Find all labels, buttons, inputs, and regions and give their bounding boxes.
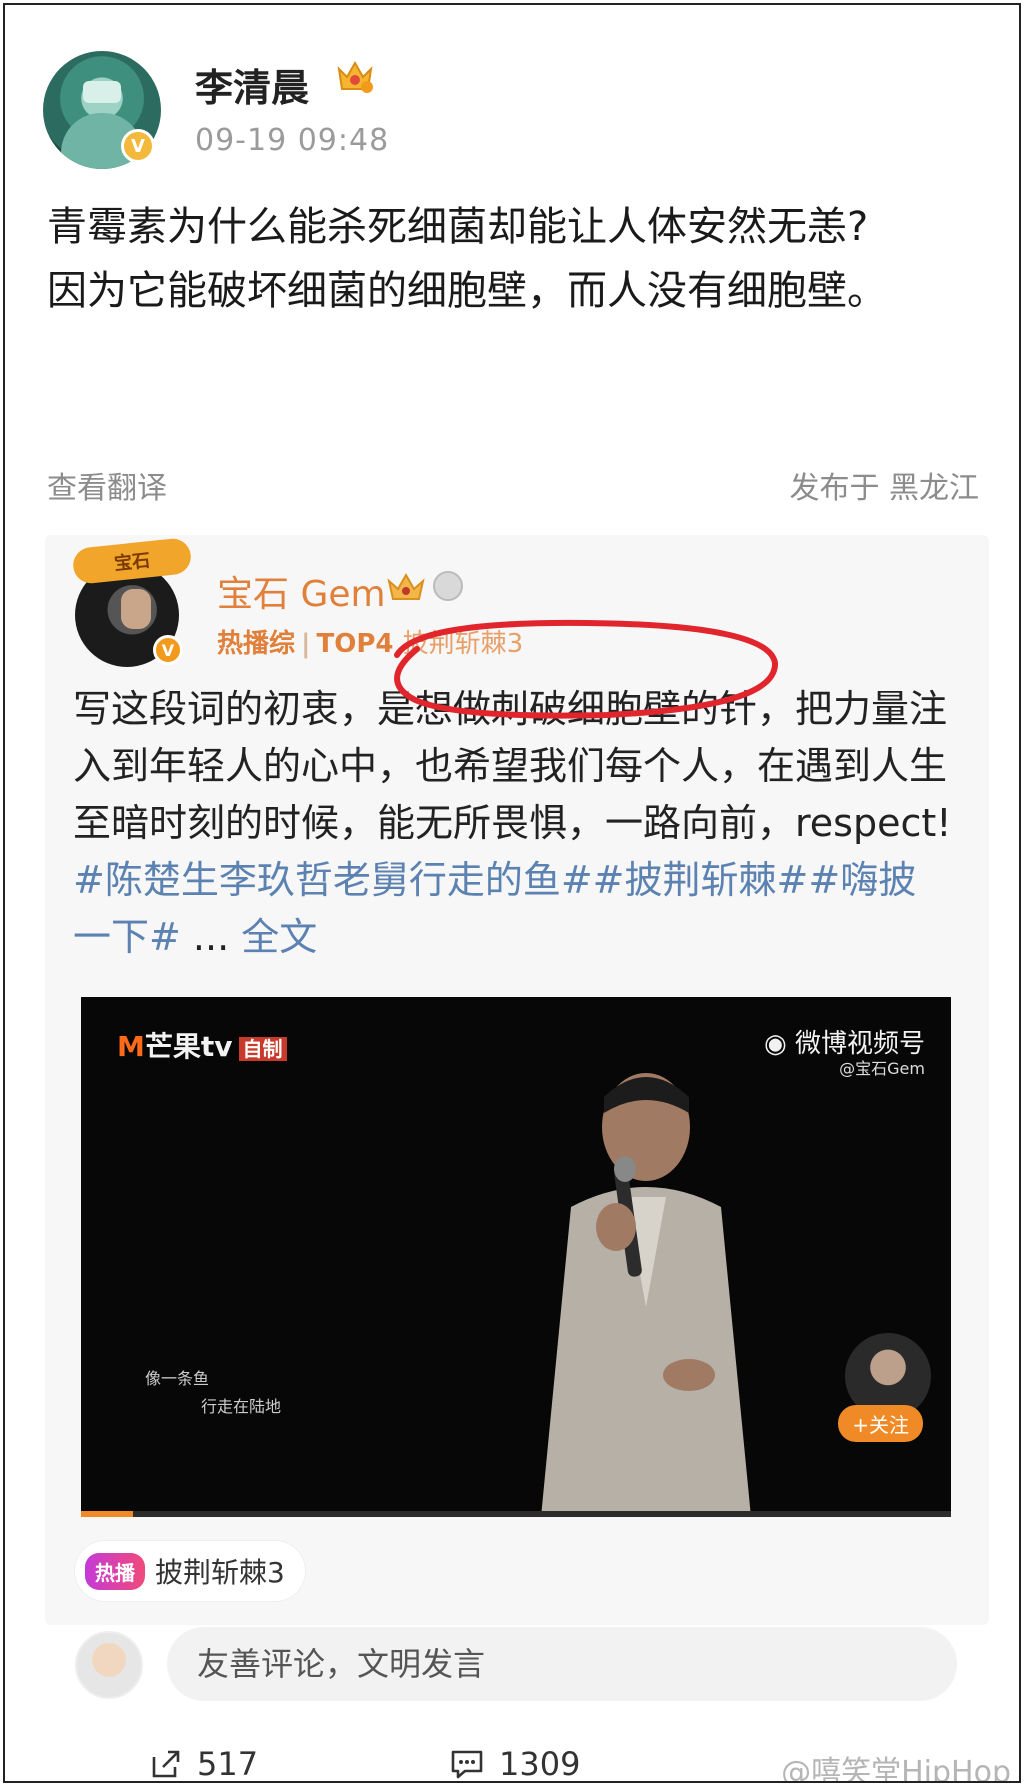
comment-input[interactable] <box>167 1627 957 1701</box>
medal-icon <box>433 571 463 601</box>
lyric-line-1: 像一条鱼 <box>145 1369 210 1388</box>
topic-label: 披荆斩棘3 <box>155 1556 285 1589</box>
post-body: 青霉素为什么能杀死细菌却能让人体安然无恙? 因为它能破坏细菌的细胞壁，而人没有细… <box>47 204 887 314</box>
mango-tv-m: M <box>117 1030 145 1063</box>
video-progress-fill <box>81 1511 134 1517</box>
follow-button[interactable]: +关注 <box>838 1405 923 1442</box>
current-user-avatar[interactable] <box>75 1631 143 1699</box>
repost-count: 517 <box>197 1745 259 1783</box>
comment-button[interactable]: 1309 <box>449 1745 581 1783</box>
repost-button[interactable]: 517 <box>149 1745 259 1783</box>
weibo-logo-icon: ◉ <box>764 1029 787 1059</box>
mango-tv-own-tag: 自制 <box>238 1037 287 1061</box>
avatar-pendant: 宝石 <box>71 536 193 586</box>
reposted-card[interactable]: 宝石 V 宝石 Gem 热播综 | TOP4 披荆斩棘3 写这段词的初衷，是想做刺破… <box>45 535 989 1625</box>
topic-chip[interactable]: 热播 披荆斩棘3 <box>75 1541 305 1601</box>
post-location: 发布于 黑龙江 <box>789 471 979 506</box>
crown-icon <box>337 60 373 93</box>
lyric-line-2: 行走在陆地 <box>201 1397 282 1416</box>
repost-text: 写这段词的初衷，是想做刺破细胞壁的针，把力量注入到年轻人的心中，也希望我们每个人… <box>73 687 952 845</box>
video-player[interactable]: M芒果tv 自制 ◉ 微博视频号 @宝石Gem 像一条鱼 行走在陆地 +关注 <box>81 997 951 1517</box>
comment-count: 1309 <box>499 1745 581 1783</box>
video-progress-bar[interactable] <box>81 1511 951 1517</box>
watermark: @嘻笑堂HipHop <box>781 1755 1011 1783</box>
meta-show: 披荆斩棘3 <box>402 629 524 659</box>
author-name[interactable]: 李清晨 <box>195 57 309 112</box>
meta-rank: TOP4 <box>316 629 394 659</box>
post-timestamp: 09-19 09:48 <box>195 123 390 158</box>
vip-crown-icon <box>387 572 425 600</box>
mango-tv-brand: 芒果tv <box>144 1030 233 1063</box>
verified-icon: V <box>153 635 183 665</box>
repost-body: 写这段词的初衷，是想做刺破细胞壁的针，把力量注入到年轻人的心中，也希望我们每个人… <box>73 681 953 966</box>
weibo-handle: @宝石Gem <box>839 1059 925 1078</box>
verified-icon: V <box>121 129 155 163</box>
comment-icon <box>451 1750 483 1779</box>
full-text-link[interactable]: 全文 <box>241 915 317 959</box>
mango-tv-logo: M芒果tv 自制 <box>117 1025 287 1065</box>
ellipsis: ... <box>180 915 242 959</box>
translate-link[interactable]: 查看翻译 <box>47 463 167 507</box>
repost-author-name[interactable]: 宝石 Gem <box>217 565 386 617</box>
share-icon <box>152 1750 180 1778</box>
singer-figure <box>541 1073 751 1517</box>
weibo-post-screenshot: V 李清晨 09-19 09:48 青霉素为什么能杀死细菌却能让人体安然无恙? … <box>3 3 1021 1783</box>
meta-tag: 热播综 <box>217 629 296 659</box>
repost-author-meta: 热播综 | TOP4 披荆斩棘3 <box>217 629 524 659</box>
hot-play-badge: 热播 <box>85 1552 145 1590</box>
